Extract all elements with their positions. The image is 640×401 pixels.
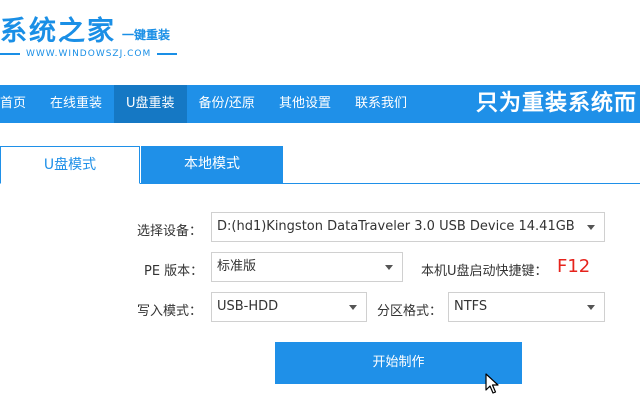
- logo-url: WWW.WINDOWSZJ.COM: [0, 49, 190, 59]
- device-label: 选择设备：: [137, 224, 203, 239]
- write-mode-select-value: USB-HDD: [217, 299, 279, 314]
- partition-format-select[interactable]: NTFS: [448, 292, 605, 322]
- caret-down-icon: [385, 265, 393, 270]
- nav-item-contact-us[interactable]: 联系我们: [343, 85, 419, 123]
- pe-version-label: PE 版本：: [144, 264, 204, 279]
- caret-down-icon: [349, 305, 357, 310]
- mouse-cursor-icon: [485, 373, 499, 394]
- nav-item-home[interactable]: 首页: [0, 85, 38, 123]
- logo-subtitle: 一键重装: [122, 28, 171, 42]
- app-header: 系统之家 一键重装 WWW.WINDOWSZJ.COM: [0, 0, 640, 85]
- tab-local-mode[interactable]: 本地模式: [141, 146, 283, 183]
- logo-url-text: WWW.WINDOWSZJ.COM: [26, 49, 152, 59]
- device-select[interactable]: D:(hd1)Kingston DataTraveler 3.0 USB Dev…: [211, 212, 605, 242]
- caret-down-icon: [587, 225, 595, 230]
- boot-hotkey-label: 本机U盘启动快捷键：: [421, 264, 548, 279]
- logo-title: 系统之家: [0, 16, 116, 47]
- main-nav: 首页 在线重装 U盘重装 备份/还原 其他设置 联系我们 只为重装系统而: [0, 85, 640, 123]
- boot-hotkey-value: F12: [557, 256, 591, 277]
- logo-dash-left: [0, 53, 20, 55]
- pe-version-select[interactable]: 标准版: [211, 252, 403, 282]
- logo-dash-right: [157, 53, 178, 55]
- device-select-value: D:(hd1)Kingston DataTraveler 3.0 USB Dev…: [217, 219, 575, 234]
- partition-format-select-value: NTFS: [454, 299, 488, 314]
- write-mode-label: 写入模式：: [137, 304, 203, 319]
- caret-down-icon: [587, 305, 595, 310]
- tab-usb-mode[interactable]: U盘模式: [0, 146, 140, 184]
- nav-item-usb-reinstall[interactable]: U盘重装: [114, 85, 187, 123]
- pe-version-select-value: 标准版: [217, 259, 257, 274]
- nav-item-backup-restore[interactable]: 备份/还原: [187, 85, 267, 123]
- nav-slogan: 只为重装系统而: [475, 91, 637, 116]
- nav-item-online-reinstall[interactable]: 在线重装: [38, 85, 114, 123]
- mode-tabs: U盘模式 本地模式: [0, 146, 640, 184]
- write-mode-select[interactable]: USB-HDD: [211, 292, 367, 322]
- nav-item-other-settings[interactable]: 其他设置: [267, 85, 343, 123]
- partition-format-label: 分区格式：: [377, 304, 443, 319]
